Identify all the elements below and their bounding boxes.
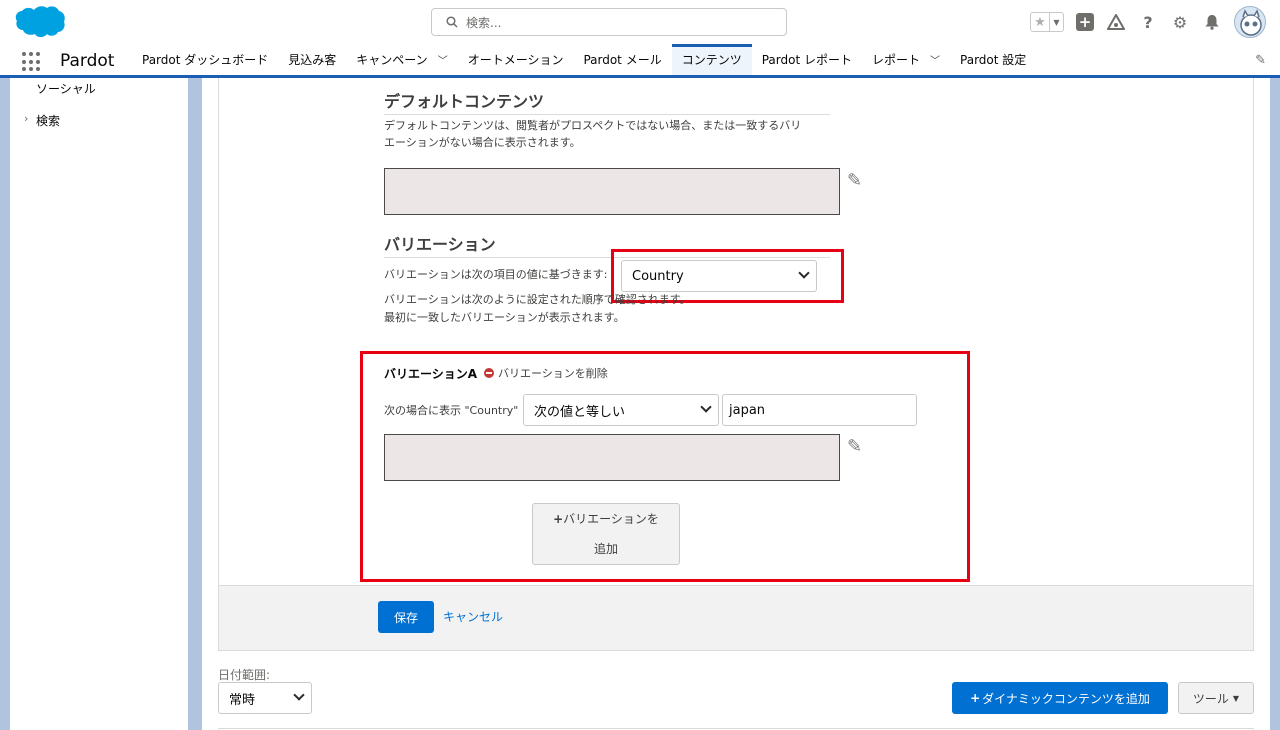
caret-down-icon: ▼: [1232, 693, 1240, 703]
form-footer: [218, 585, 1254, 651]
app-name: Pardot: [60, 51, 115, 71]
nav-tabs: Pardot ダッシュボード 見込み客 キャンペーン ﹀ オートメーション Par…: [132, 44, 1036, 75]
favorites-group: ★ ▼: [1030, 12, 1064, 32]
variation-a-editor[interactable]: [384, 434, 840, 481]
input-value: japan: [729, 402, 766, 418]
select-value: 常時: [229, 692, 256, 708]
setup-gear-icon[interactable]: ⚙: [1170, 12, 1190, 32]
tab-content[interactable]: コンテンツ: [671, 44, 752, 75]
tab-label: コンテンツ: [681, 53, 742, 67]
chevron-down-icon: [700, 401, 712, 413]
favorites-list-icon[interactable]: ▼: [1049, 13, 1063, 31]
remove-circle-icon: [484, 368, 494, 378]
tab-pardot-reports[interactable]: Pardot レポート: [752, 44, 862, 75]
delete-variation-label: バリエーションを削除: [498, 367, 608, 380]
app-navigation-bar: Pardot Pardot ダッシュボード 見込み客 キャンペーン ﹀ オートメー…: [0, 44, 1280, 78]
global-search-input[interactable]: 検索...: [431, 8, 787, 36]
edit-pencil-icon[interactable]: ✎: [847, 170, 867, 191]
variation-a-title: バリエーションA: [384, 367, 478, 381]
edit-nav-pencil-icon[interactable]: ✎: [1255, 53, 1266, 68]
tab-label: オートメーション: [467, 53, 564, 67]
sidebar-item-social[interactable]: ソーシャル: [36, 80, 96, 97]
operator-select[interactable]: 次の値と等しい: [523, 394, 719, 426]
tab-automation[interactable]: オートメーション: [458, 44, 574, 75]
tab-prospects[interactable]: 見込み客: [278, 44, 346, 75]
plus-icon: +: [970, 691, 981, 705]
tab-label: Pardot メール: [583, 53, 662, 67]
default-content-editor[interactable]: [384, 168, 840, 215]
sidebar-item-search[interactable]: 検索: [36, 112, 60, 129]
save-button[interactable]: 保存: [378, 601, 434, 633]
chevron-down-icon: [293, 689, 305, 701]
tab-campaigns[interactable]: キャンペーン ﹀: [346, 44, 457, 75]
salesforce-logo[interactable]: [12, 4, 66, 40]
global-header: 検索... ★ ▼ + ? ⚙: [0, 0, 1280, 44]
edit-pencil-icon[interactable]: ✎: [847, 436, 867, 457]
help-icon[interactable]: ?: [1138, 12, 1158, 32]
default-content-description-2: エーションがない場合に表示されます。: [384, 136, 581, 149]
tab-label: キャンペーン: [356, 53, 428, 67]
notifications-bell-icon[interactable]: [1202, 12, 1222, 32]
chevron-down-icon[interactable]: ﹀: [438, 52, 448, 67]
tab-label: レポート: [872, 53, 921, 67]
divider: [218, 728, 1254, 729]
cancel-link[interactable]: キャンセル: [443, 608, 503, 625]
default-content-title: デフォルトコンテンツ: [384, 88, 830, 115]
condition-value-input[interactable]: japan: [722, 394, 917, 426]
chevron-right-icon[interactable]: ›: [24, 112, 28, 125]
favorites-star-icon[interactable]: ★: [1031, 13, 1049, 31]
add-dynamic-content-button[interactable]: + ダイナミックコンテンツを追加: [952, 682, 1168, 714]
add-variation-label: バリエーションを: [563, 512, 659, 526]
trailhead-icon[interactable]: [1106, 12, 1126, 32]
date-range-label: 日付範囲:: [218, 668, 271, 682]
add-variation-button[interactable]: +バリエーションを 追加: [532, 503, 680, 565]
tab-pardot-dashboard[interactable]: Pardot ダッシュボード: [132, 44, 278, 75]
variations-order-line-2: 最初に一致したバリエーションが表示されます。: [384, 311, 625, 324]
tab-label: Pardot レポート: [761, 53, 852, 67]
add-dynamic-content-label: ダイナミックコンテンツを追加: [982, 691, 1150, 706]
tab-label: Pardot ダッシュボード: [142, 53, 269, 67]
chevron-down-icon[interactable]: ﹀: [930, 52, 940, 67]
select-value: 次の値と等しい: [534, 404, 626, 420]
tab-pardot-settings[interactable]: Pardot 設定: [950, 44, 1036, 75]
tab-pardot-email[interactable]: Pardot メール: [573, 44, 671, 75]
variations-based-on-label: バリエーションは次の項目の値に基づきます:: [384, 268, 608, 281]
tab-label: Pardot 設定: [960, 53, 1027, 67]
tab-reports[interactable]: レポート ﹀: [862, 44, 950, 75]
main-panel: デフォルトコンテンツ デフォルトコンテンツは、閲覧者がプロスペクトではない場合、…: [202, 78, 1270, 730]
tools-dropdown-button[interactable]: ツール ▼: [1178, 682, 1254, 714]
plus-icon: +: [553, 512, 564, 526]
left-sidebar: ソーシャル › 検索: [10, 78, 188, 730]
add-variation-line-1: +バリエーションを: [533, 504, 679, 534]
delete-variation-link[interactable]: バリエーションを削除: [484, 365, 608, 381]
search-icon: [446, 16, 458, 28]
header-utility-icons: ★ ▼ + ? ⚙: [1030, 6, 1266, 38]
add-variation-line-2: 追加: [593, 542, 618, 556]
search-placeholder: 検索...: [466, 15, 502, 30]
tools-label: ツール: [1192, 691, 1229, 706]
user-avatar[interactable]: [1234, 6, 1266, 38]
variations-order-line-1: バリエーションは次のように設定された順序で確認されます。: [384, 293, 691, 306]
date-range-select[interactable]: 常時: [218, 682, 312, 714]
global-add-icon[interactable]: +: [1076, 13, 1094, 31]
tab-label: 見込み客: [288, 53, 337, 67]
app-launcher-icon[interactable]: [22, 52, 42, 72]
condition-label: 次の場合に表示 "Country": [384, 404, 519, 417]
